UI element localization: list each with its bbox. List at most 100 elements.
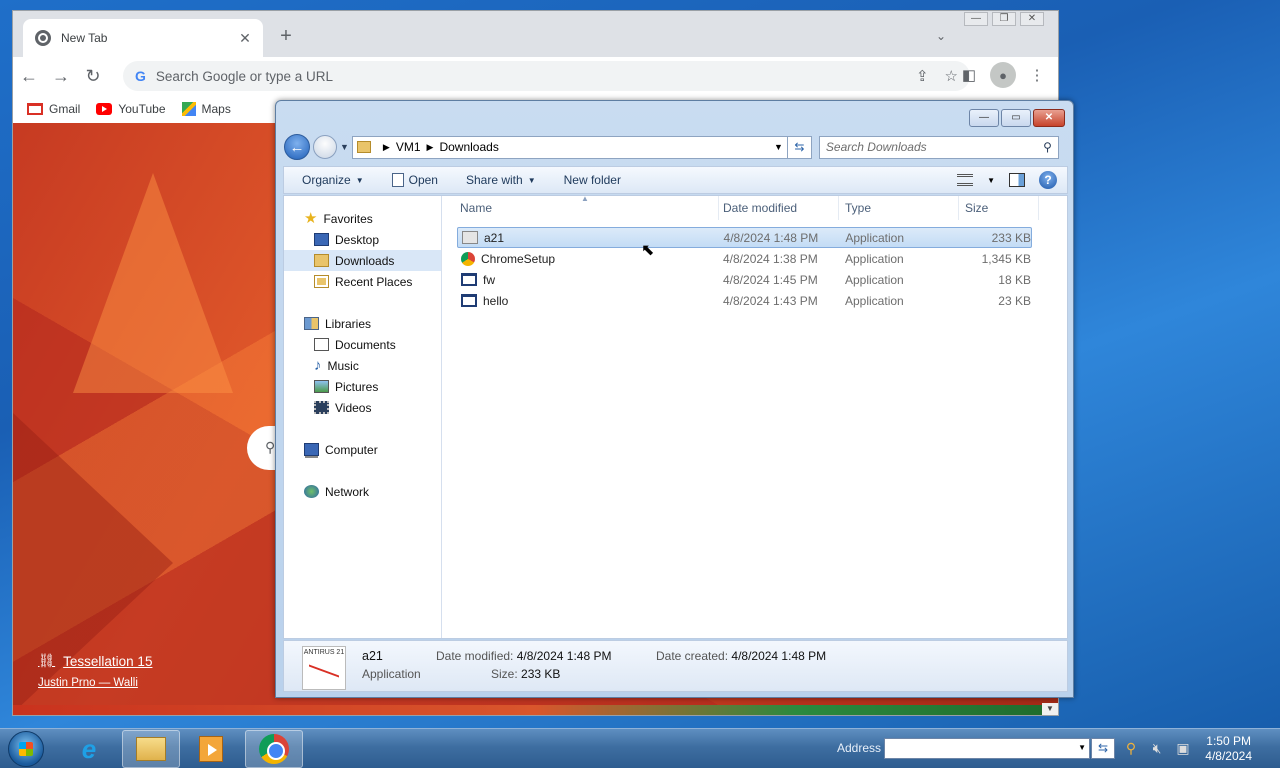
- maximize-icon[interactable]: ▭: [1001, 109, 1031, 127]
- file-size: 23 KB: [998, 293, 1031, 308]
- taskbar-file-explorer[interactable]: [122, 730, 180, 768]
- omnibox-placeholder[interactable]: Search Google or type a URL: [156, 69, 916, 84]
- search-tray-icon[interactable]: ⚲: [1122, 739, 1140, 757]
- nav-pictures[interactable]: Pictures: [284, 376, 441, 397]
- nav-music[interactable]: ♪ Music: [284, 355, 441, 376]
- breadcrumb-downloads[interactable]: Downloads: [439, 140, 498, 154]
- profile-avatar-icon[interactable]: ●: [990, 62, 1016, 88]
- file-date: 4/8/2024 1:38 PM: [723, 251, 818, 266]
- address-bar[interactable]: ▶ VM1 ▶ Downloads ▼: [351, 135, 788, 159]
- back-arrow-icon[interactable]: ←: [284, 134, 310, 160]
- column-headers: ▲ Name Date modified Type Size: [443, 194, 1067, 220]
- documents-icon: [314, 338, 329, 351]
- recent-pages-dropdown-icon[interactable]: ▼: [340, 142, 349, 152]
- side-panel-icon[interactable]: ◧: [956, 62, 982, 88]
- open-label: Open: [408, 173, 438, 187]
- column-header-date-modified[interactable]: Date modified: [719, 196, 839, 220]
- reload-icon[interactable]: ↻: [77, 60, 109, 92]
- search-input[interactable]: Search Downloads ⚲: [818, 135, 1059, 159]
- nav-videos[interactable]: Videos: [284, 397, 441, 418]
- chevron-down-icon[interactable]: ▼: [774, 142, 783, 152]
- nav-desktop[interactable]: Desktop: [284, 229, 441, 250]
- file-row[interactable]: a21 4/8/2024 1:48 PM Application 233 KB: [457, 227, 1032, 248]
- nav-favorites[interactable]: ★ Favorites: [284, 208, 441, 229]
- column-header-type[interactable]: Type: [839, 196, 959, 220]
- preview-pane-icon[interactable]: [1009, 173, 1025, 187]
- background-title-link[interactable]: Tessellation 15: [63, 654, 152, 669]
- nav-libraries[interactable]: Libraries: [284, 313, 441, 334]
- link-icon: ⛓: [38, 653, 56, 668]
- search-icon[interactable]: ⚲: [1043, 140, 1052, 154]
- file-date: 4/8/2024 1:43 PM: [723, 293, 818, 308]
- chevron-right-icon[interactable]: ▶: [427, 142, 434, 153]
- explorer-window: — ▭ ✕ ← ▼ ▶ VM1 ▶ Downloads ▼ ⇆ Search D…: [275, 100, 1074, 698]
- file-row[interactable]: hello 4/8/2024 1:43 PM Application 23 KB: [457, 290, 1032, 311]
- organize-button[interactable]: Organize ▼: [302, 173, 364, 187]
- forward-arrow-icon[interactable]: [313, 135, 337, 159]
- nav-documents[interactable]: Documents: [284, 334, 441, 355]
- bookmark-gmail[interactable]: Gmail: [27, 102, 80, 116]
- refresh-icon[interactable]: ⇆: [787, 135, 812, 159]
- file-name: ChromeSetup: [481, 251, 556, 266]
- tab-close-icon[interactable]: ✕: [237, 30, 253, 47]
- column-header-size[interactable]: Size: [959, 196, 1039, 220]
- details-pane: ANTIRUS 21 a21 Application Date modified…: [283, 640, 1068, 692]
- close-icon[interactable]: ✕: [1020, 12, 1044, 26]
- open-button[interactable]: Open: [391, 173, 438, 187]
- start-button-icon[interactable]: [8, 731, 44, 767]
- nav-computer[interactable]: Computer: [284, 439, 441, 460]
- media-player-icon: [199, 736, 223, 762]
- help-icon[interactable]: ?: [1039, 171, 1057, 189]
- minimize-icon[interactable]: —: [964, 12, 988, 26]
- file-thumbnail: ANTIRUS 21: [302, 646, 346, 690]
- chevron-right-icon[interactable]: ▶: [383, 142, 390, 153]
- share-icon[interactable]: ⇪: [916, 67, 929, 85]
- taskbar-address-input[interactable]: ▼: [884, 738, 1090, 759]
- omnibox[interactable]: G Search Google or type a URL ⇪ ☆: [123, 61, 970, 91]
- file-list-pane: ▲ Name Date modified Type Size a21 4/8/2…: [443, 194, 1067, 638]
- file-row[interactable]: fw 4/8/2024 1:45 PM Application 18 KB: [457, 269, 1032, 290]
- change-view-icon[interactable]: [957, 174, 974, 186]
- chrome-setup-icon: [461, 251, 475, 266]
- maps-icon: [181, 102, 196, 116]
- file-row[interactable]: ChromeSetup 4/8/2024 1:38 PM Application…: [457, 248, 1032, 269]
- new-folder-button[interactable]: New folder: [564, 173, 621, 187]
- tab-new-tab[interactable]: New Tab ✕: [23, 19, 263, 57]
- new-tab-button[interactable]: +: [274, 25, 298, 49]
- forward-arrow-icon[interactable]: →: [45, 60, 77, 92]
- taskbar-address-label: Address: [837, 741, 882, 755]
- mouse-pointer-icon: ⬉: [641, 242, 655, 259]
- taskbar-internet-explorer[interactable]: e: [60, 730, 118, 768]
- search-placeholder[interactable]: Search Downloads: [826, 140, 1043, 154]
- nav-downloads[interactable]: Downloads: [284, 250, 441, 271]
- youtube-icon: [96, 103, 113, 115]
- nav-network[interactable]: Network: [284, 481, 441, 502]
- pictures-icon: [314, 380, 329, 393]
- breadcrumb-vm1[interactable]: VM1: [396, 140, 421, 154]
- minimize-icon[interactable]: —: [969, 109, 999, 127]
- file-type: Application: [845, 251, 904, 266]
- close-icon[interactable]: ✕: [1033, 109, 1065, 127]
- back-arrow-icon[interactable]: ←: [13, 60, 45, 92]
- network-tray-icon[interactable]: ▣: [1174, 739, 1192, 757]
- details-file-type: Application: [362, 667, 421, 681]
- clock[interactable]: 1:50 PM 4/8/2024: [1205, 734, 1252, 764]
- scroll-down-icon[interactable]: ▼: [1042, 703, 1058, 715]
- chevron-down-icon[interactable]: ▼: [1078, 743, 1086, 752]
- volume-muted-icon[interactable]: 🔇︎: [1148, 739, 1166, 757]
- clock-date: 4/8/2024: [1205, 749, 1252, 763]
- taskbar-chrome[interactable]: [245, 730, 303, 768]
- bookmark-maps[interactable]: Maps: [181, 102, 231, 116]
- bookmark-youtube[interactable]: YouTube: [96, 102, 166, 116]
- tab-search-chevron-icon[interactable]: ⌄: [936, 29, 946, 43]
- system-tray: ⚲ 🔇︎ ▣: [1122, 739, 1192, 757]
- maximize-icon[interactable]: ❐: [992, 12, 1016, 26]
- menu-kebab-icon[interactable]: ⋮: [1024, 62, 1050, 88]
- internet-explorer-icon: e: [81, 734, 97, 764]
- background-author-link[interactable]: Justin Prno — Walli: [38, 677, 152, 689]
- share-with-button[interactable]: Share with ▼: [466, 173, 536, 187]
- nav-recent-places[interactable]: Recent Places: [284, 271, 441, 292]
- taskbar-media-player[interactable]: [182, 730, 240, 768]
- chevron-down-icon[interactable]: ▼: [987, 176, 995, 185]
- go-icon[interactable]: ⇆: [1091, 738, 1115, 759]
